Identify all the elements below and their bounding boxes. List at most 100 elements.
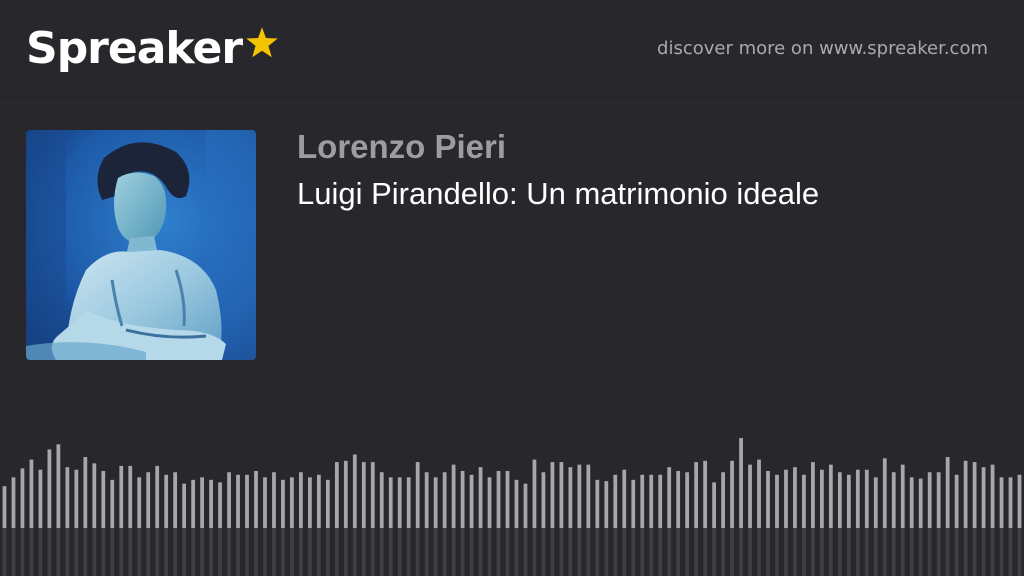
- waveform-bar-reflection: [415, 528, 420, 576]
- waveform-bar: [586, 464, 591, 528]
- waveform-bar: [155, 465, 160, 528]
- waveform-bar: [855, 469, 860, 528]
- waveform-bar: [730, 460, 734, 528]
- waveform-bar: [864, 469, 869, 528]
- waveform-bar-reflection: [676, 528, 681, 576]
- waveform-bar-reflection: [173, 528, 178, 576]
- waveform-bar: [236, 474, 240, 528]
- waveform-bar: [837, 472, 842, 528]
- waveform-bar: [74, 469, 79, 528]
- waveform-bar: [164, 474, 169, 528]
- waveform-bar: [460, 470, 465, 528]
- waveform-bar-reflection: [1008, 528, 1013, 576]
- waveform-bar-reflection: [613, 528, 618, 576]
- waveform-bar-reflection: [631, 528, 636, 576]
- waveform-bar: [254, 470, 258, 528]
- waveform-bar: [83, 457, 88, 528]
- waveform-bar: [918, 478, 923, 528]
- waveform-bar-reflection: [505, 528, 510, 576]
- waveform-bar-reflection: [316, 528, 321, 576]
- spreaker-logo[interactable]: Spreaker: [26, 20, 280, 76]
- waveform-bar: [361, 462, 366, 528]
- blue-portrait-painting: [26, 130, 256, 360]
- waveform-bar: [2, 486, 7, 528]
- waveform-bar: [523, 483, 528, 528]
- waveform-bar-reflection: [38, 528, 43, 576]
- waveform-bar-reflection: [164, 528, 169, 576]
- waveform-bar-reflection: [846, 528, 851, 576]
- waveform-bar: [343, 460, 348, 528]
- waveform-bar-reflection: [882, 528, 887, 576]
- waveform-bar-reflection: [101, 528, 106, 576]
- waveform-bar: [290, 477, 294, 528]
- waveform-bar-reflection: [433, 528, 438, 576]
- waveform-bar: [110, 479, 115, 528]
- waveform-bar: [972, 462, 977, 528]
- waveform-bar-reflection: [496, 528, 501, 576]
- waveform-bar: [739, 438, 743, 528]
- waveform-bar-reflection: [945, 528, 950, 576]
- waveform-bar-reflection: [182, 528, 187, 576]
- waveform-bar: [469, 474, 474, 528]
- episode-title[interactable]: Luigi Pirandello: Un matrimonio ideale: [297, 176, 819, 212]
- header-bar: Spreaker discover more on www.spreaker.c…: [0, 0, 1024, 98]
- waveform-bar-reflection: [694, 528, 699, 576]
- waveform-bar-reflection: [2, 528, 7, 576]
- waveform-bar-reflection: [963, 528, 968, 576]
- waveform-bar-reflection: [559, 528, 564, 576]
- waveform-bar-reflection: [11, 528, 16, 576]
- waveform-bar: [101, 470, 106, 528]
- waveform-bar-reflection: [909, 528, 914, 576]
- waveform-bar: [38, 469, 43, 528]
- waveform-bar: [415, 462, 420, 528]
- waveform-bar-reflection: [263, 528, 267, 576]
- waveform-bar: [370, 462, 375, 528]
- waveform-bar: [245, 474, 249, 528]
- waveform-bar: [442, 472, 447, 528]
- waveform-bar-reflection: [990, 528, 995, 576]
- waveform-bar-reflection: [532, 528, 537, 576]
- waveform-bar-reflection: [748, 528, 752, 576]
- waveform-bar-reflection: [802, 528, 806, 576]
- waveform-bar: [793, 467, 797, 528]
- waveform-bar-reflection: [442, 528, 447, 576]
- waveform-bar: [379, 472, 384, 528]
- waveform-bar-reflection: [343, 528, 348, 576]
- waveform-bar: [263, 477, 267, 528]
- waveform-bar-reflection: [74, 528, 79, 576]
- waveform-bar-reflection: [236, 528, 240, 576]
- waveform-bar-reflection: [775, 528, 779, 576]
- waveform-bar-reflection: [766, 528, 770, 576]
- waveform-bar-reflection: [999, 528, 1004, 576]
- waveform-bar-reflection: [65, 528, 70, 576]
- waveform-bar: [532, 459, 537, 528]
- waveform-bar-reflection: [793, 528, 797, 576]
- waveform-bar: [945, 457, 950, 528]
- waveform-bar: [1008, 477, 1013, 528]
- waveform-bar-reflection: [855, 528, 860, 576]
- podcast-author[interactable]: Lorenzo Pieri: [297, 128, 506, 166]
- waveform-bar: [685, 472, 690, 528]
- waveform-bar: [191, 479, 196, 528]
- podcast-cover-image: [26, 130, 256, 360]
- waveform-bar-reflection: [658, 528, 663, 576]
- waveform-bar-reflection: [568, 528, 573, 576]
- waveform-bar: [595, 479, 600, 528]
- waveform-bar-reflection: [200, 528, 204, 576]
- waveform-bar: [550, 462, 555, 528]
- waveform-bar: [891, 472, 896, 528]
- waveform-bar: [954, 474, 959, 528]
- waveform-bar-reflection: [577, 528, 582, 576]
- waveform-bar-reflection: [325, 528, 330, 576]
- waveform-bar-reflection: [478, 528, 483, 576]
- waveform-bar-reflection: [828, 528, 833, 576]
- waveform-bar: [712, 482, 716, 528]
- waveform-bar-reflection: [379, 528, 384, 576]
- discover-more-link[interactable]: discover more on www.spreaker.com: [657, 38, 988, 59]
- waveform-bar-reflection: [406, 528, 411, 576]
- waveform-bar: [29, 459, 34, 528]
- waveform-bar: [146, 472, 151, 528]
- waveform-bar: [999, 477, 1004, 528]
- waveform-bar-reflection: [227, 528, 231, 576]
- audio-waveform[interactable]: [0, 400, 1024, 576]
